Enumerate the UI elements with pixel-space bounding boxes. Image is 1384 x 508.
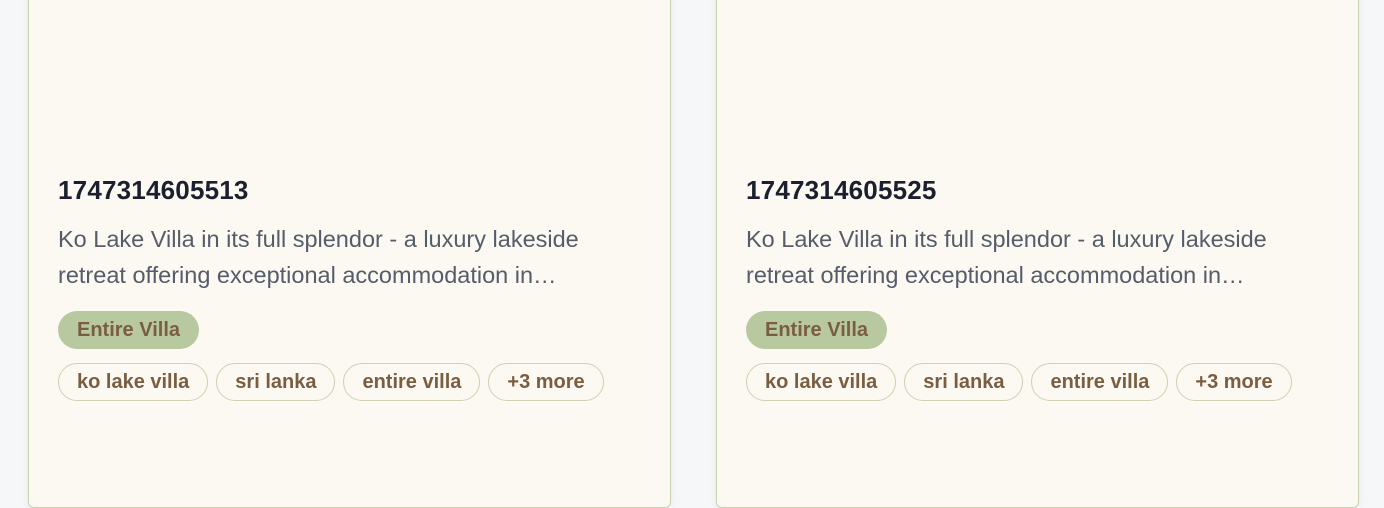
- card-content: 1747314605525 Ko Lake Villa in its full …: [746, 173, 1330, 401]
- card-title: 1747314605525: [746, 175, 937, 205]
- card-title: 1747314605513: [58, 175, 249, 205]
- card-description: Ko Lake Villa in its full splendor - a l…: [746, 226, 1267, 288]
- tag-chip[interactable]: entire villa: [343, 363, 481, 401]
- more-tags-chip[interactable]: +3 more: [1176, 363, 1292, 401]
- card-content: 1747314605513 Ko Lake Villa in its full …: [58, 173, 642, 401]
- property-type-badge: Entire Villa: [58, 311, 200, 349]
- tag-chip[interactable]: sri lanka: [904, 363, 1024, 401]
- card-description: Ko Lake Villa in its full splendor - a l…: [58, 226, 579, 288]
- tag-chip[interactable]: ko lake villa: [58, 363, 209, 401]
- more-tags-chip[interactable]: +3 more: [488, 363, 604, 401]
- property-type-badge: Entire Villa: [746, 311, 888, 349]
- tag-chip[interactable]: ko lake villa: [746, 363, 897, 401]
- tag-chip[interactable]: entire villa: [1031, 363, 1169, 401]
- tag-list: ko lake villa sri lanka entire villa +3 …: [746, 363, 1330, 401]
- tag-chip[interactable]: sri lanka: [216, 363, 336, 401]
- tag-list: ko lake villa sri lanka entire villa +3 …: [58, 363, 642, 401]
- gallery-card[interactable]: 1747314605513 Ko Lake Villa in its full …: [28, 0, 671, 508]
- gallery-card[interactable]: 1747314605525 Ko Lake Villa in its full …: [716, 0, 1359, 508]
